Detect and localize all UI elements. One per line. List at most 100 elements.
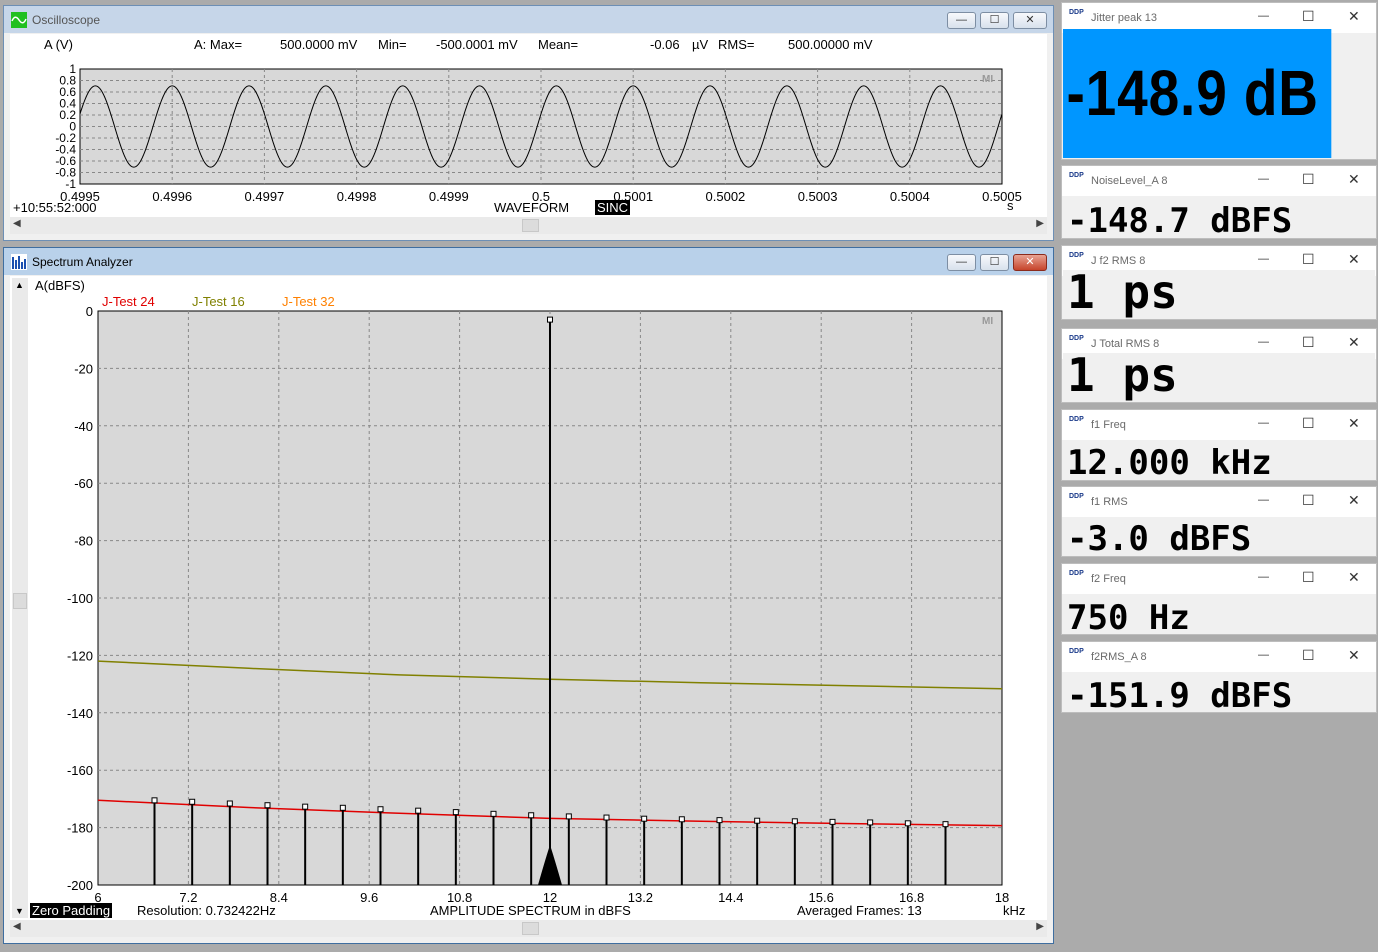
spectrum-chart: 0-20-40-60-80-100-120-140-160-180-200 67… — [67, 304, 1009, 905]
minimize-icon[interactable]: — — [1258, 10, 1269, 22]
scroll-right-icon[interactable]: ▶ — [1036, 921, 1044, 932]
close-icon[interactable]: ✕ — [1348, 8, 1360, 25]
close-icon[interactable]: ✕ — [1348, 569, 1360, 586]
scroll-right-icon[interactable]: ▶ — [1036, 218, 1044, 229]
maximize-icon[interactable]: ☐ — [1302, 415, 1315, 432]
close-button[interactable]: ✕ — [1013, 254, 1047, 271]
meter-titlebar[interactable]: DDP f2 Freq — ☐ ✕ — [1062, 564, 1376, 594]
minimize-button[interactable]: — — [947, 12, 976, 29]
averaged-frames: Averaged Frames: 13 — [797, 903, 922, 918]
minimize-icon: — — [956, 14, 967, 26]
meter-titlebar[interactable]: DDP f1 RMS — ☐ ✕ — [1062, 487, 1376, 517]
y-tick-label: -200 — [67, 878, 93, 893]
y-tick-label: -20 — [74, 361, 93, 376]
close-icon[interactable]: ✕ — [1348, 334, 1360, 351]
maximize-icon[interactable]: ☐ — [1302, 251, 1315, 268]
sideband-marker — [829, 818, 836, 825]
meter-value: -151.9 dBFS — [1063, 675, 1375, 711]
main-tone-marker — [547, 316, 553, 323]
close-icon[interactable]: ✕ — [1348, 251, 1360, 268]
meter-window-3: DDP J Total RMS 8 — ☐ ✕ 1 ps — [1061, 328, 1377, 403]
oscilloscope-titlebar[interactable]: Oscilloscope — ☐ ✕ — [4, 6, 1053, 33]
x-tick-label: 13.2 — [628, 890, 653, 905]
spectrum-icon — [11, 254, 27, 270]
close-icon[interactable]: ✕ — [1348, 492, 1360, 509]
x-unit: s — [1007, 198, 1014, 213]
ddp-logo-icon: DDP — [1069, 570, 1084, 577]
spectrum-title: Spectrum Analyzer — [32, 255, 133, 269]
sideband-marker — [189, 798, 196, 805]
spectrum-caption: AMPLITUDE SPECTRUM in dBFS — [430, 903, 631, 918]
close-icon[interactable]: ✕ — [1348, 171, 1360, 188]
sideband-marker — [528, 812, 535, 819]
meter-window-7: DDP f2RMS_A 8 — ☐ ✕ -151.9 dBFS — [1061, 641, 1377, 713]
x-tick-label: 0.4996 — [152, 189, 192, 204]
minimize-icon[interactable]: — — [1258, 649, 1269, 661]
scroll-thumb[interactable] — [522, 922, 539, 935]
mode-badge[interactable]: SINC — [595, 200, 631, 215]
maximize-icon[interactable]: ☐ — [1302, 569, 1315, 586]
meter-titlebar[interactable]: DDP f2RMS_A 8 — ☐ ✕ — [1062, 642, 1376, 672]
ddp-logo-icon: DDP — [1069, 172, 1084, 179]
x-tick-label: 0.5003 — [798, 189, 838, 204]
waveform-chart: 10.80.60.40.20-0.2-0.4-0.6-0.8-1 0.4995 0… — [55, 62, 1022, 204]
x-tick-label: 0.4997 — [245, 189, 285, 204]
ddp-logo-icon: DDP — [1069, 416, 1084, 423]
meter-title: f2RMS_A 8 — [1091, 651, 1147, 663]
x-tick-label: 9.6 — [360, 890, 378, 905]
maximize-icon[interactable]: ☐ — [1302, 492, 1315, 509]
spectrum-window: Spectrum Analyzer — ☐ ✕ ▲ ▼ A(dBFS) J-Te… — [3, 247, 1054, 944]
minimize-icon[interactable]: — — [1258, 173, 1269, 185]
y-tick-label: -120 — [67, 648, 93, 663]
maximize-button[interactable]: ☐ — [980, 254, 1009, 271]
close-icon[interactable]: ✕ — [1348, 415, 1360, 432]
maximize-button[interactable]: ☐ — [980, 12, 1009, 29]
y-tick-label: -100 — [67, 591, 93, 606]
maximize-icon[interactable]: ☐ — [1302, 647, 1315, 664]
minimize-icon[interactable]: — — [1258, 336, 1269, 348]
ddp-logo-icon: DDP — [1069, 493, 1084, 500]
close-button[interactable]: ✕ — [1013, 12, 1047, 29]
ddp-logo-icon: DDP — [1069, 335, 1084, 342]
meter-window-1: DDP NoiseLevel_A 8 — ☐ ✕ -148.7 dBFS — [1061, 165, 1377, 239]
meter-value: 1 ps — [1063, 353, 1375, 401]
meter-value: -148.7 dBFS — [1063, 199, 1375, 237]
maximize-icon[interactable]: ☐ — [1302, 8, 1315, 25]
corner-mark: MI — [982, 74, 993, 85]
sideband-marker — [339, 804, 346, 811]
sideband-marker — [377, 806, 384, 813]
sideband-marker — [942, 821, 949, 828]
meter-value: -3.0 dBFS — [1063, 519, 1375, 555]
sideband-marker — [678, 816, 685, 823]
meter-titlebar[interactable]: DDP f1 Freq — ☐ ✕ — [1062, 410, 1376, 440]
meter-title: NoiseLevel_A 8 — [1091, 175, 1168, 187]
scroll-left-icon[interactable]: ◀ — [13, 218, 21, 229]
meter-title: Jitter peak 13 — [1091, 12, 1158, 24]
minimize-button[interactable]: — — [947, 254, 976, 271]
oscilloscope-scrollbar[interactable]: ◀ ▶ — [10, 217, 1047, 234]
ddp-logo-icon: DDP — [1069, 9, 1084, 16]
x-tick-label: 0.5004 — [890, 189, 930, 204]
maximize-icon[interactable]: ☐ — [1302, 334, 1315, 351]
x-tick-label: 0.5002 — [706, 189, 746, 204]
spectrum-titlebar[interactable]: Spectrum Analyzer — ☐ ✕ — [4, 248, 1053, 275]
minimize-icon: — — [956, 256, 967, 268]
y-tick-label: -40 — [74, 419, 93, 434]
scroll-left-icon[interactable]: ◀ — [13, 921, 21, 932]
meter-window-4: DDP f1 Freq — ☐ ✕ 12.000 kHz — [1061, 409, 1377, 481]
maximize-icon[interactable]: ☐ — [1302, 171, 1315, 188]
zero-padding-badge[interactable]: Zero Padding — [30, 903, 113, 918]
spectrum-scrollbar[interactable]: ◀ ▶ — [10, 920, 1047, 937]
minimize-icon[interactable]: — — [1258, 253, 1269, 265]
meter-value: 12.000 kHz — [1063, 442, 1375, 479]
sideband-marker — [490, 810, 497, 817]
minimize-icon[interactable]: — — [1258, 494, 1269, 506]
sideband-marker — [151, 797, 158, 804]
scroll-thumb[interactable] — [522, 219, 539, 232]
meter-value: -148.9 dB — [1063, 29, 1332, 158]
minimize-icon[interactable]: — — [1258, 571, 1269, 583]
mode-label: WAVEFORM — [494, 200, 570, 215]
meter-titlebar[interactable]: DDP NoiseLevel_A 8 — ☐ ✕ — [1062, 166, 1376, 196]
close-icon[interactable]: ✕ — [1348, 647, 1360, 664]
minimize-icon[interactable]: — — [1258, 417, 1269, 429]
